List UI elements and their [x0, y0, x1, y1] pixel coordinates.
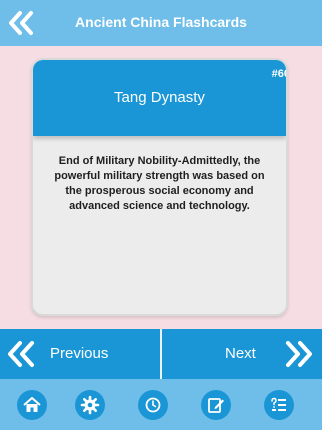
timer-tab[interactable]	[138, 390, 168, 420]
bottom-tab-bar	[0, 379, 322, 430]
previous-button[interactable]: Previous	[0, 329, 160, 379]
content-area: #60 Tang Dynasty End of Military Nobilit…	[0, 46, 322, 329]
home-icon	[23, 397, 41, 412]
flashcard-header: #60 Tang Dynasty	[33, 60, 286, 136]
card-body-text: End of Military Nobility-Admittedly, the…	[54, 155, 265, 212]
top-bar: Ancient China Flashcards	[0, 0, 322, 46]
card-title: Tang Dynasty	[114, 89, 205, 106]
next-label: Next	[225, 345, 256, 362]
gear-icon	[80, 395, 100, 415]
edit-note-icon	[208, 398, 224, 413]
quiz-list-icon	[271, 397, 286, 411]
quiz-tab[interactable]	[264, 390, 294, 420]
next-button[interactable]: Next	[162, 329, 322, 379]
double-chevron-left-icon	[8, 341, 34, 367]
double-chevron-right-icon	[286, 341, 312, 367]
settings-tab[interactable]	[75, 390, 105, 420]
flashcard[interactable]: #60 Tang Dynasty End of Military Nobilit…	[31, 58, 288, 316]
timer-icon	[145, 397, 161, 413]
card-navigation: Previous Next	[0, 329, 322, 379]
previous-label: Previous	[50, 345, 109, 362]
app-title: Ancient China Flashcards	[75, 14, 247, 30]
notes-tab[interactable]	[201, 390, 231, 420]
home-tab[interactable]	[17, 390, 47, 420]
